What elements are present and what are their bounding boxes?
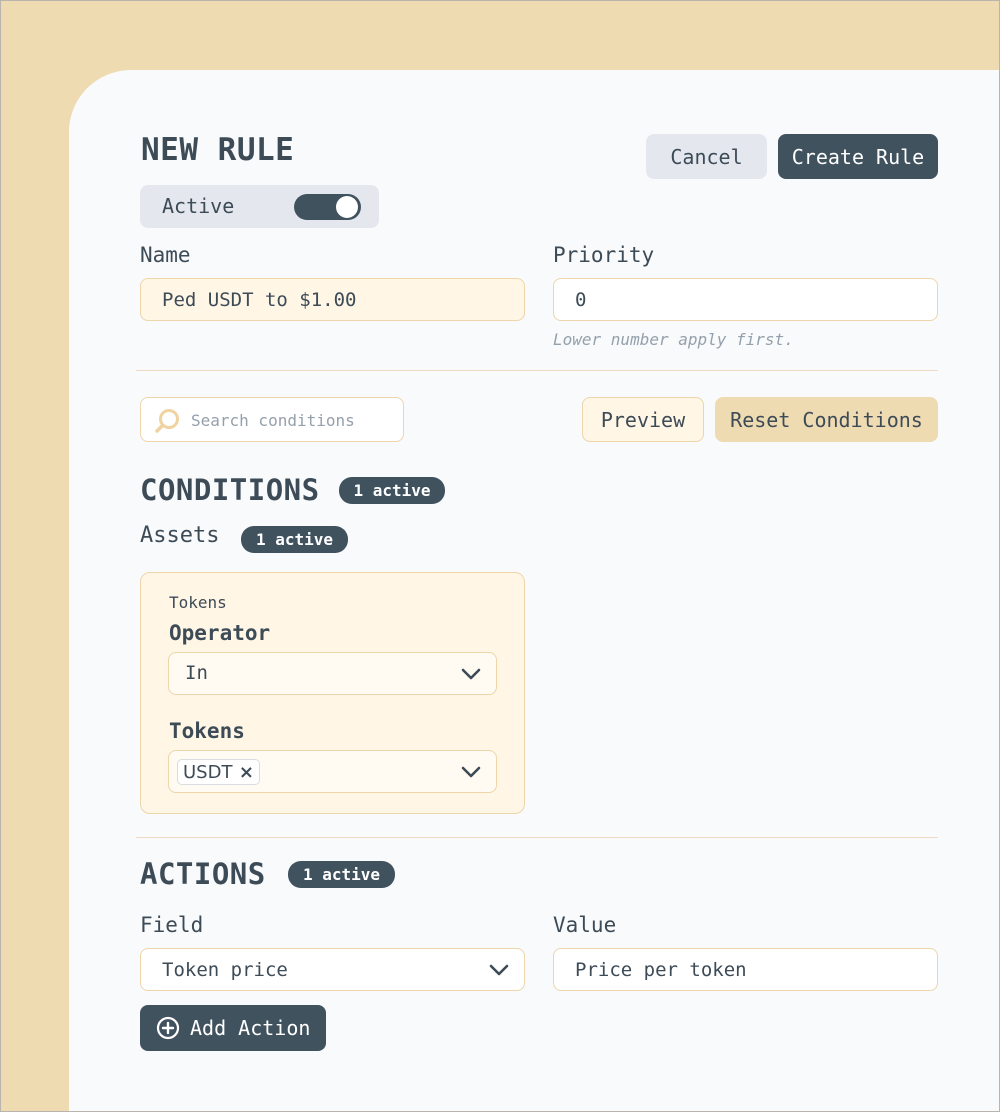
- priority-input[interactable]: 0: [553, 278, 938, 321]
- toggle-knob: [336, 196, 358, 218]
- tokens-label: Tokens: [169, 719, 245, 743]
- field-value: Token price: [162, 958, 288, 981]
- name-input[interactable]: Ped USDT to $1.00: [140, 278, 525, 321]
- plus-circle-icon: [156, 1016, 180, 1040]
- value-label: Value: [553, 913, 617, 937]
- operator-label: Operator: [169, 621, 271, 645]
- actions-badge: 1 active: [288, 861, 395, 888]
- page-title: NEW RULE: [141, 132, 295, 168]
- close-icon[interactable]: ×: [239, 762, 254, 783]
- token-chip: USDT ×: [177, 759, 260, 785]
- assets-badge: 1 active: [241, 526, 348, 553]
- condition-card-tokens: Tokens Operator In Tokens USDT ×: [140, 572, 525, 814]
- add-action-button[interactable]: Add Action: [140, 1005, 326, 1051]
- cancel-button[interactable]: Cancel: [646, 134, 767, 179]
- divider: [136, 370, 938, 371]
- search-icon: [155, 409, 179, 433]
- chevron-down-icon: [461, 766, 481, 778]
- field-select[interactable]: Token price: [140, 948, 525, 991]
- actions-title: ACTIONS: [140, 857, 266, 891]
- chevron-down-icon: [461, 668, 481, 680]
- search-input[interactable]: [191, 408, 396, 432]
- token-chip-label: USDT: [183, 761, 233, 783]
- create-rule-button[interactable]: Create Rule: [778, 134, 938, 179]
- card-caption: Tokens: [169, 593, 227, 612]
- operator-select[interactable]: In: [168, 652, 497, 695]
- active-toggle[interactable]: [294, 194, 361, 220]
- add-action-label: Add Action: [190, 1016, 311, 1040]
- preview-button[interactable]: Preview: [582, 397, 704, 442]
- conditions-badge: 1 active: [339, 477, 445, 504]
- conditions-title: CONDITIONS: [140, 473, 320, 507]
- assets-group-title: Assets: [140, 523, 220, 548]
- active-toggle-row: Active: [140, 185, 379, 228]
- priority-label: Priority: [553, 243, 655, 267]
- tokens-select[interactable]: USDT ×: [168, 750, 497, 793]
- field-label: Field: [140, 913, 204, 937]
- divider: [136, 837, 938, 838]
- reset-conditions-button[interactable]: Reset Conditions: [715, 397, 938, 442]
- rule-editor-panel: NEW RULE Cancel Create Rule Active Name …: [69, 70, 1000, 1112]
- operator-value: In: [185, 662, 208, 684]
- priority-hint: Lower number apply first.: [553, 330, 794, 349]
- name-label: Name: [140, 243, 191, 267]
- chevron-down-icon: [489, 964, 509, 976]
- value-input[interactable]: Price per token: [553, 948, 938, 991]
- search-box[interactable]: [140, 397, 404, 442]
- active-label: Active: [162, 194, 235, 218]
